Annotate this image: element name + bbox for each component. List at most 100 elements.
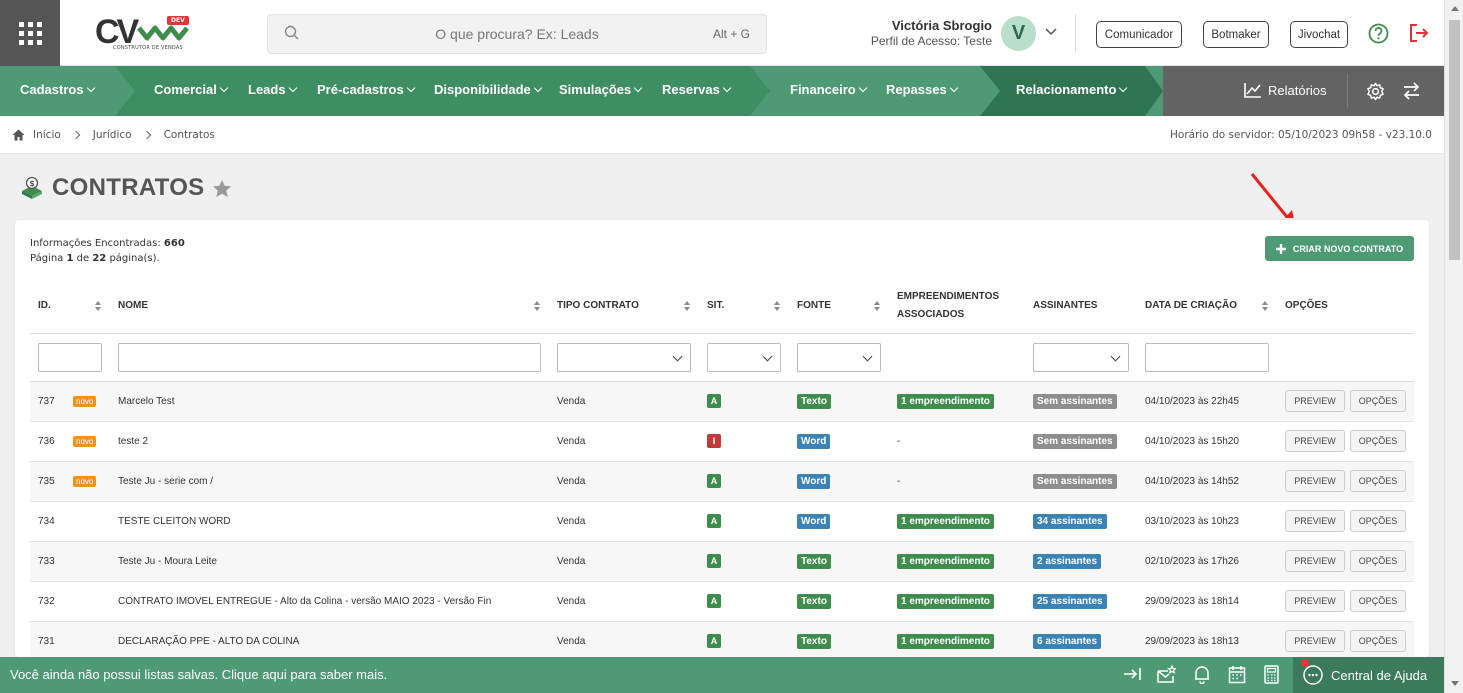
logout-icon[interactable] — [1408, 23, 1430, 43]
page-title-text: CONTRATOS — [52, 174, 205, 201]
table-row[interactable]: 732 CONTRATO IMOVEL ENTREGUE - Alto da Co… — [30, 581, 1414, 622]
row-name[interactable]: Teste Ju - Moura Leite — [118, 556, 217, 567]
row-name[interactable]: teste 2 — [118, 436, 148, 447]
preview-button[interactable]: PREVIEW — [1285, 390, 1345, 412]
col-sit[interactable]: SIT. — [699, 280, 789, 334]
signers-badge[interactable]: Sem assinantes — [1033, 473, 1117, 489]
preview-button[interactable]: PREVIEW — [1285, 470, 1345, 492]
logo[interactable]: CV DEV CONSTRUTOR DE VENDAS — [95, 14, 195, 54]
options-button[interactable]: OPÇÕES — [1350, 470, 1406, 492]
nav-simulacoes[interactable]: Simulações — [559, 82, 643, 97]
home-icon[interactable] — [12, 129, 25, 141]
nav-relacionamento[interactable]: Relacionamento — [1016, 82, 1128, 97]
col-fonte-label: FONTE — [797, 300, 831, 312]
scroll-down-icon[interactable] — [1451, 681, 1459, 686]
table-row[interactable]: 731 DECLARAÇÃO PPE - ALTO DA COLINA Venda A… — [30, 621, 1414, 657]
logo-dev-badge: DEV — [167, 16, 189, 25]
table-row[interactable]: 737 novo Marcelo Test Venda A Texto 1 empreend… — [30, 381, 1414, 422]
user-info[interactable]: Victória Sbrogio Perfil de Acesso: Teste — [871, 18, 992, 48]
filter-nome-input[interactable] — [118, 342, 541, 372]
swap-icon[interactable] — [1402, 82, 1421, 100]
signers-badge[interactable]: 34 assinantes — [1033, 513, 1107, 529]
nav-relatorios[interactable]: Relatórios — [1244, 82, 1327, 98]
cell-fonte: Word — [789, 501, 889, 542]
nav-comercial-label: Comercial — [154, 82, 217, 97]
collapse-right-icon[interactable] — [1123, 665, 1142, 683]
options-button[interactable]: OPÇÕES — [1350, 550, 1406, 572]
source-badge: Texto — [797, 593, 831, 609]
col-id[interactable]: ID. — [30, 280, 110, 334]
bell-icon[interactable] — [1193, 665, 1211, 684]
saved-lists-message[interactable]: Você ainda não possui listas salvas. Cli… — [10, 667, 387, 682]
preview-button[interactable]: PREVIEW — [1285, 550, 1345, 572]
breadcrumb-inicio[interactable]: Início — [33, 129, 61, 141]
row-name[interactable]: DECLARAÇÃO PPE - ALTO DA COLINA — [118, 636, 299, 647]
global-search-input[interactable]: O que procura? Ex: Leads Alt + G — [267, 14, 767, 54]
gear-icon[interactable] — [1366, 82, 1385, 101]
nav-leads[interactable]: Leads — [248, 82, 297, 97]
help-center-button[interactable]: Central de Ajuda — [1293, 657, 1444, 693]
signers-badge[interactable]: Sem assinantes — [1033, 433, 1117, 449]
filter-tipo-select[interactable] — [557, 342, 691, 372]
signers-badge[interactable]: 2 assinantes — [1033, 553, 1102, 569]
table-row[interactable]: 733 Teste Ju - Moura Leite Venda A Texto 1 em… — [30, 541, 1414, 582]
calendar-icon[interactable] — [1228, 665, 1246, 684]
options-button[interactable]: OPÇÕES — [1350, 630, 1406, 652]
row-name[interactable]: Teste Ju - serie com / — [118, 476, 213, 487]
source-badge: Texto — [797, 553, 831, 569]
nav-financeiro[interactable]: Financeiro — [790, 82, 867, 97]
options-button[interactable]: OPÇÕES — [1350, 510, 1406, 532]
filter-fonte-select[interactable] — [797, 342, 881, 372]
emp-badge[interactable]: 1 empreendimento — [897, 553, 994, 569]
mail-star-icon[interactable] — [1156, 665, 1176, 685]
breadcrumb-juridico[interactable]: Jurídico — [93, 129, 132, 141]
filter-data-input[interactable] — [1145, 342, 1269, 372]
options-button[interactable]: OPÇÕES — [1350, 430, 1406, 452]
nav-comercial[interactable]: Comercial — [154, 82, 229, 97]
preview-button[interactable]: PREVIEW — [1285, 590, 1345, 612]
create-contract-button[interactable]: CRIAR NOVO CONTRATO — [1265, 236, 1414, 261]
emp-badge[interactable]: 1 empreendimento — [897, 593, 994, 609]
row-name[interactable]: CONTRATO IMOVEL ENTREGUE - Alto da Colin… — [118, 596, 491, 607]
row-name[interactable]: TESTE CLEITON WORD — [118, 516, 231, 527]
preview-button[interactable]: PREVIEW — [1285, 430, 1345, 452]
signers-badge[interactable]: 25 assinantes — [1033, 593, 1107, 609]
preview-button[interactable]: PREVIEW — [1285, 630, 1345, 652]
preview-button[interactable]: PREVIEW — [1285, 510, 1345, 532]
help-icon[interactable] — [1368, 23, 1389, 44]
emp-badge[interactable]: 1 empreendimento — [897, 633, 994, 649]
row-name[interactable]: Marcelo Test — [118, 396, 175, 407]
col-nome[interactable]: NOME — [110, 280, 549, 334]
table-row[interactable]: 734 TESTE CLEITON WORD Venda A Word 1 empreen… — [30, 501, 1414, 542]
filter-id-input[interactable] — [38, 342, 102, 372]
col-fonte[interactable]: FONTE — [789, 280, 889, 334]
col-data-criacao[interactable]: DATA DE CRIAÇÃO — [1137, 280, 1277, 334]
calculator-icon[interactable] — [1264, 665, 1279, 684]
comunicador-button[interactable]: Comunicador — [1096, 21, 1182, 48]
scroll-thumb[interactable] — [1449, 20, 1460, 260]
scroll-up-icon[interactable] — [1451, 6, 1459, 11]
emp-badge[interactable]: 1 empreendimento — [897, 513, 994, 529]
emp-badge[interactable]: 1 empreendimento — [897, 393, 994, 409]
filter-assinantes-select[interactable] — [1033, 342, 1129, 372]
signers-badge[interactable]: Sem assinantes — [1033, 393, 1117, 409]
botmaker-button[interactable]: Botmaker — [1203, 21, 1269, 48]
nav-pre-cadastros[interactable]: Pré-cadastros — [317, 82, 415, 97]
chevron-down-icon[interactable] — [1045, 28, 1057, 36]
table-row[interactable]: 735 novo Teste Ju - serie com / Venda A Word -… — [30, 461, 1414, 502]
nav-reservas[interactable]: Reservas — [662, 82, 732, 97]
nav-disponibilidade[interactable]: Disponibilidade — [434, 82, 543, 97]
table-row[interactable]: 736 novo teste 2 Venda I Word - Sem assinantes 0… — [30, 421, 1414, 462]
options-button[interactable]: OPÇÕES — [1350, 390, 1406, 412]
nav-repasses[interactable]: Repasses — [886, 82, 958, 97]
signers-badge[interactable]: 6 assinantes — [1033, 633, 1102, 649]
page-scrollbar[interactable] — [1444, 0, 1463, 693]
options-button[interactable]: OPÇÕES — [1350, 590, 1406, 612]
jivochat-button[interactable]: Jivochat — [1290, 21, 1348, 48]
avatar[interactable]: V — [1001, 16, 1036, 51]
col-tipo-contrato[interactable]: TIPO CONTRATO — [549, 280, 699, 334]
nav-cadastros[interactable]: Cadastros — [20, 82, 95, 97]
filter-sit-select[interactable] — [707, 342, 781, 372]
star-icon[interactable] — [212, 179, 232, 198]
apps-menu-button[interactable] — [0, 0, 60, 66]
